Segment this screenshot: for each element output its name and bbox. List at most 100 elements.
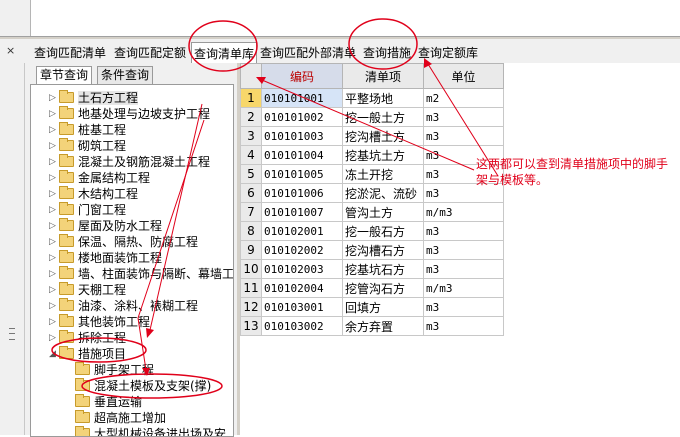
cell-unit[interactable]: m3 xyxy=(423,107,504,127)
table-row[interactable]: 6 010101006 挖淤泥、流砂 m3 xyxy=(240,183,504,203)
cell-unit[interactable]: m3 xyxy=(423,240,504,260)
expand-icon[interactable]: ▷ xyxy=(49,234,59,250)
table-row[interactable]: 9 010102002 挖沟槽石方 m3 xyxy=(240,240,504,260)
cell-code[interactable]: 010101006 xyxy=(261,183,343,203)
table-row[interactable]: 2 010101002 挖一般土方 m3 xyxy=(240,107,504,127)
cell-item[interactable]: 挖基坑石方 xyxy=(342,259,424,279)
cell-unit[interactable]: m2 xyxy=(423,88,504,108)
tab-measures[interactable]: 查询措施 xyxy=(363,44,411,61)
cell-unit[interactable]: m3 xyxy=(423,297,504,317)
cell-item[interactable]: 挖淤泥、流砂 xyxy=(342,183,424,203)
cell-unit[interactable]: m3 xyxy=(423,259,504,279)
tab-match-quota[interactable]: 查询匹配定额 xyxy=(114,44,186,61)
tab-condition-query[interactable]: 条件查询 xyxy=(97,66,154,85)
table-row[interactable]: 8 010102001 挖一般石方 m3 xyxy=(240,221,504,241)
cell-code[interactable]: 010102003 xyxy=(261,259,343,279)
cell-item[interactable]: 平整场地 xyxy=(342,88,424,108)
cell-code[interactable]: 010102002 xyxy=(261,240,343,260)
cell-item[interactable]: 挖一般土方 xyxy=(342,107,424,127)
table-row[interactable]: 13 010103002 余方弃置 m3 xyxy=(240,316,504,336)
table-row[interactable]: 1 010101001 平整场地 m2 xyxy=(240,88,504,108)
expand-icon[interactable]: ▷ xyxy=(49,90,59,106)
tree-item[interactable]: ▷ 墙、柱面装饰与隔断、幕墙工 xyxy=(49,266,233,282)
cell-item[interactable]: 挖沟槽土方 xyxy=(342,126,424,146)
expand-icon[interactable]: ▷ xyxy=(49,266,59,282)
side-collapse-strip[interactable] xyxy=(0,63,25,435)
column-header-item[interactable]: 清单项 xyxy=(342,63,424,89)
tree-item[interactable]: ▷ 土石方工程 xyxy=(49,90,139,106)
tree-item[interactable]: ▷ 其他装饰工程 xyxy=(49,314,150,330)
table-row[interactable]: 10 010102003 挖基坑石方 m3 xyxy=(240,259,504,279)
expand-icon[interactable]: ▷ xyxy=(49,154,59,170)
tab-chapter-query[interactable]: 章节查询 xyxy=(36,66,93,85)
cell-code[interactable]: 010101004 xyxy=(261,145,343,165)
tree-item[interactable]: ▷ 楼地面装饰工程 xyxy=(49,250,162,266)
tree-item[interactable]: ▷ 金属结构工程 xyxy=(49,170,150,186)
cell-item[interactable]: 挖一般石方 xyxy=(342,221,424,241)
table-row[interactable]: 3 010101003 挖沟槽土方 m3 xyxy=(240,126,504,146)
cell-unit[interactable]: m/m3 xyxy=(423,202,504,222)
tree-item[interactable]: ▷ 地基处理与边坡支护工程 xyxy=(49,106,210,122)
cell-code[interactable]: 010103001 xyxy=(261,297,343,317)
expand-icon[interactable]: ▷ xyxy=(49,330,59,346)
cell-code[interactable]: 010101002 xyxy=(261,107,343,127)
expand-icon[interactable]: ▷ xyxy=(49,170,59,186)
expand-icon[interactable]: ▷ xyxy=(49,138,59,154)
expand-icon[interactable]: ▷ xyxy=(49,106,59,122)
expand-icon[interactable]: ▷ xyxy=(49,202,59,218)
cell-code[interactable]: 010101005 xyxy=(261,164,343,184)
tree-item[interactable]: ▷ 砌筑工程 xyxy=(49,138,126,154)
subtree-item[interactable]: 超高施工增加 xyxy=(75,410,166,426)
expand-icon[interactable]: ▷ xyxy=(49,250,59,266)
cell-code[interactable]: 010101003 xyxy=(261,126,343,146)
tree-item[interactable]: ▷ 拆除工程 xyxy=(49,330,126,346)
cell-item[interactable]: 挖管沟石方 xyxy=(342,278,424,298)
cell-code[interactable]: 010101001 xyxy=(261,88,343,108)
expand-icon[interactable]: ▷ xyxy=(49,122,59,138)
table-row[interactable]: 4 010101004 挖基坑土方 m3 xyxy=(240,145,504,165)
tree-item[interactable]: ▷ 木结构工程 xyxy=(49,186,138,202)
tree-item[interactable]: ▷ 保温、隔热、防腐工程 xyxy=(49,234,198,250)
cell-unit[interactable]: m/m3 xyxy=(423,278,504,298)
tree-item[interactable]: ▷ 天棚工程 xyxy=(49,282,126,298)
tree-item[interactable]: ▷ 油漆、涂料、裱糊工程 xyxy=(49,298,198,314)
collapse-icon[interactable]: ◢ xyxy=(49,346,59,362)
grip-icon[interactable] xyxy=(9,328,15,340)
cell-code[interactable]: 010103002 xyxy=(261,316,343,336)
cell-code[interactable]: 010102004 xyxy=(261,278,343,298)
expand-icon[interactable]: ▷ xyxy=(49,298,59,314)
tree-item[interactable]: ▷ 桩基工程 xyxy=(49,122,126,138)
column-header-code[interactable]: 编码 xyxy=(261,63,343,89)
cell-item[interactable]: 挖沟槽石方 xyxy=(342,240,424,260)
cell-code[interactable]: 010101007 xyxy=(261,202,343,222)
subtree-item[interactable]: 混凝土模板及支架(撑) xyxy=(75,378,211,394)
tree-item[interactable]: ▷ 门窗工程 xyxy=(49,202,126,218)
cell-unit[interactable]: m3 xyxy=(423,221,504,241)
cell-item[interactable]: 余方弃置 xyxy=(342,316,424,336)
tab-quota-library[interactable]: 查询定额库 xyxy=(418,44,478,61)
cell-item[interactable]: 管沟土方 xyxy=(342,202,424,222)
tab-match-external-bill[interactable]: 查询匹配外部清单 xyxy=(260,44,356,61)
table-row[interactable]: 11 010102004 挖管沟石方 m/m3 xyxy=(240,278,504,298)
cell-item[interactable]: 冻土开挖 xyxy=(342,164,424,184)
tree-item[interactable]: ▷ 混凝土及钢筋混凝土工程 xyxy=(49,154,210,170)
table-row[interactable]: 7 010101007 管沟土方 m/m3 xyxy=(240,202,504,222)
cell-item[interactable]: 回填方 xyxy=(342,297,424,317)
tree-item[interactable]: ▷ 屋面及防水工程 xyxy=(49,218,162,234)
tree-item-measures[interactable]: ◢ 措施项目 xyxy=(49,346,126,362)
expand-icon[interactable]: ▷ xyxy=(49,186,59,202)
subtree-item[interactable]: 脚手架工程 xyxy=(75,362,154,378)
column-header-unit[interactable]: 单位 xyxy=(423,63,504,89)
cell-unit[interactable]: m3 xyxy=(423,126,504,146)
cell-item[interactable]: 挖基坑土方 xyxy=(342,145,424,165)
expand-icon[interactable]: ▷ xyxy=(49,314,59,330)
table-row[interactable]: 5 010101005 冻土开挖 m3 xyxy=(240,164,504,184)
subtree-item[interactable]: 大型机械设备进出场及安 xyxy=(75,426,226,436)
subtree-item[interactable]: 垂直运输 xyxy=(75,394,142,410)
tab-match-bill[interactable]: 查询匹配清单 xyxy=(34,44,106,61)
cell-code[interactable]: 010102001 xyxy=(261,221,343,241)
cell-unit[interactable]: m3 xyxy=(423,316,504,336)
expand-icon[interactable]: ▷ xyxy=(49,218,59,234)
expand-icon[interactable]: ▷ xyxy=(49,282,59,298)
close-icon[interactable]: × xyxy=(6,44,15,57)
